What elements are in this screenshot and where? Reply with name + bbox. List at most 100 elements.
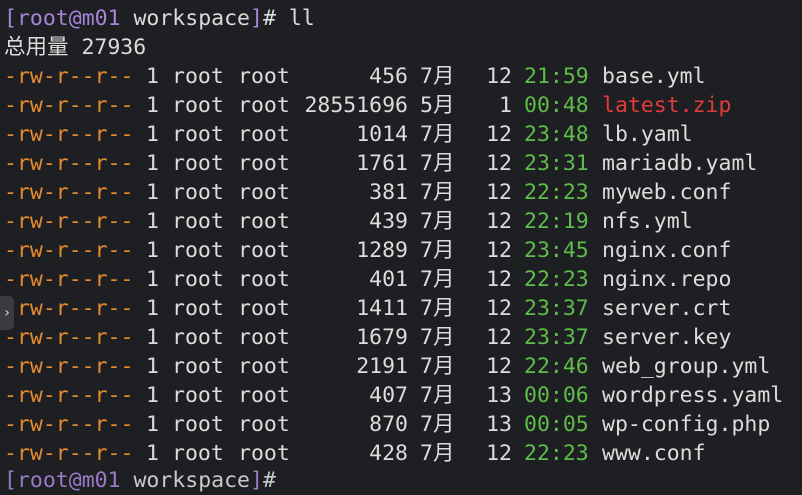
prompt-hash: # <box>262 6 289 31</box>
file-size: 401 <box>369 267 408 292</box>
file-name: server.key <box>602 325 732 350</box>
prompt-open-bracket: [ <box>4 6 17 31</box>
permissions-text: -rw-r--r-- <box>4 151 134 176</box>
file-row: -rw-r--r-- 1 root root 1289 7月 12 23:45 nginx.co… <box>0 236 802 265</box>
permissions-text: -rw-r--r-- <box>4 267 134 292</box>
prompt-host: m01 <box>81 6 121 31</box>
file-name: wp-config.php <box>602 412 771 437</box>
month-text: 7月 <box>420 64 455 89</box>
owner-name: root <box>172 209 224 234</box>
owner-name: root <box>172 354 224 379</box>
time-text: 22:23 <box>524 441 589 466</box>
file-size: 1014 <box>356 122 408 147</box>
file-name: lb.yaml <box>602 122 693 147</box>
time-text: 22:19 <box>524 209 589 234</box>
owner-name: root <box>172 441 224 466</box>
file-row: -rw-r--r-- 1 root root 1761 7月 12 23:31 mariadb.… <box>0 149 802 178</box>
file-size: 407 <box>369 383 408 408</box>
group-name: root <box>238 151 290 176</box>
day-text: 12 <box>486 267 512 292</box>
file-row: -rw-r--r-- 1 root root 428 7月 12 22:23 www.conf <box>0 439 802 468</box>
owner-name: root <box>172 122 224 147</box>
permissions-text: -rw-r--r-- <box>4 412 134 437</box>
file-name: web_group.yml <box>602 354 771 379</box>
owner-name: root <box>172 325 224 350</box>
next-prompt-partial: [root@m01 workspace]# <box>4 468 289 493</box>
link-count: 1 <box>146 64 159 89</box>
file-name: server.crt <box>602 296 732 321</box>
link-count: 1 <box>146 412 159 437</box>
group-name: root <box>238 180 290 205</box>
group-name: root <box>238 64 290 89</box>
link-count: 1 <box>146 209 159 234</box>
month-text: 7月 <box>420 383 455 408</box>
link-count: 1 <box>146 151 159 176</box>
group-name: root <box>238 209 290 234</box>
time-text: 00:06 <box>524 383 589 408</box>
file-name: www.conf <box>602 441 706 466</box>
file-name: nginx.conf <box>602 238 732 263</box>
group-name: root <box>238 383 290 408</box>
permissions-text: -rw-r--r-- <box>4 325 134 350</box>
time-text: 23:37 <box>524 325 589 350</box>
link-count: 1 <box>146 383 159 408</box>
file-size: 28551696 <box>304 93 408 118</box>
terminal-window[interactable]: [root@m01 workspace]# ll 总用量 27936 -rw-r… <box>0 0 802 493</box>
day-text: 1 <box>499 93 512 118</box>
day-text: 13 <box>486 412 512 437</box>
group-name: root <box>238 93 290 118</box>
file-size: 870 <box>369 412 408 437</box>
file-name: nfs.yml <box>602 209 693 234</box>
day-text: 12 <box>486 441 512 466</box>
month-text: 7月 <box>420 412 455 437</box>
day-text: 12 <box>486 238 512 263</box>
file-name: mariadb.yaml <box>602 151 758 176</box>
day-text: 12 <box>486 296 512 321</box>
file-row: -rw-r--r-- 1 root root 381 7月 12 22:23 myweb.con… <box>0 178 802 207</box>
owner-name: root <box>172 151 224 176</box>
month-text: 5月 <box>420 93 455 118</box>
link-count: 1 <box>146 354 159 379</box>
file-name: base.yml <box>602 64 706 89</box>
owner-name: root <box>172 383 224 408</box>
owner-name: root <box>172 64 224 89</box>
time-text: 22:23 <box>524 180 589 205</box>
permissions-text: -rw-r--r-- <box>4 93 134 118</box>
month-text: 7月 <box>420 325 455 350</box>
month-text: 7月 <box>420 209 455 234</box>
month-text: 7月 <box>420 122 455 147</box>
link-count: 1 <box>146 441 159 466</box>
group-name: root <box>238 412 290 437</box>
month-text: 7月 <box>420 267 455 292</box>
link-count: 1 <box>146 122 159 147</box>
month-text: 7月 <box>420 180 455 205</box>
month-text: 7月 <box>420 354 455 379</box>
group-name: root <box>238 122 290 147</box>
prompt-directory: workspace <box>120 6 250 31</box>
prompt-close-bracket: ] <box>249 6 263 31</box>
file-row: -rw-r--r-- 1 root root 2191 7月 12 22:46 web_grou… <box>0 352 802 381</box>
link-count: 1 <box>146 93 159 118</box>
permissions-text: -rw-r--r-- <box>4 296 134 321</box>
permissions-text: -rw-r--r-- <box>4 238 134 263</box>
file-size: 381 <box>369 180 408 205</box>
time-text: 23:31 <box>524 151 589 176</box>
chevron-right-icon[interactable]: › <box>0 296 14 330</box>
group-name: root <box>238 267 290 292</box>
file-size: 1679 <box>356 325 408 350</box>
day-text: 12 <box>486 180 512 205</box>
time-text: 00:48 <box>524 93 589 118</box>
prompt-at: @ <box>68 6 82 31</box>
file-size: 456 <box>369 64 408 89</box>
group-name: root <box>238 441 290 466</box>
file-row: -rw-r--r-- 1 root root 870 7月 13 00:05 wp-config… <box>0 410 802 439</box>
day-text: 12 <box>486 122 512 147</box>
day-text: 12 <box>486 151 512 176</box>
owner-name: root <box>172 267 224 292</box>
prompt-user: root <box>16 6 69 31</box>
file-row: -rw-r--r-- 1 root root 439 7月 12 22:19 nfs.yml <box>0 207 802 236</box>
owner-name: root <box>172 238 224 263</box>
month-text: 7月 <box>420 238 455 263</box>
total-line: 总用量 27936 <box>4 35 147 60</box>
permissions-text: -rw-r--r-- <box>4 64 134 89</box>
